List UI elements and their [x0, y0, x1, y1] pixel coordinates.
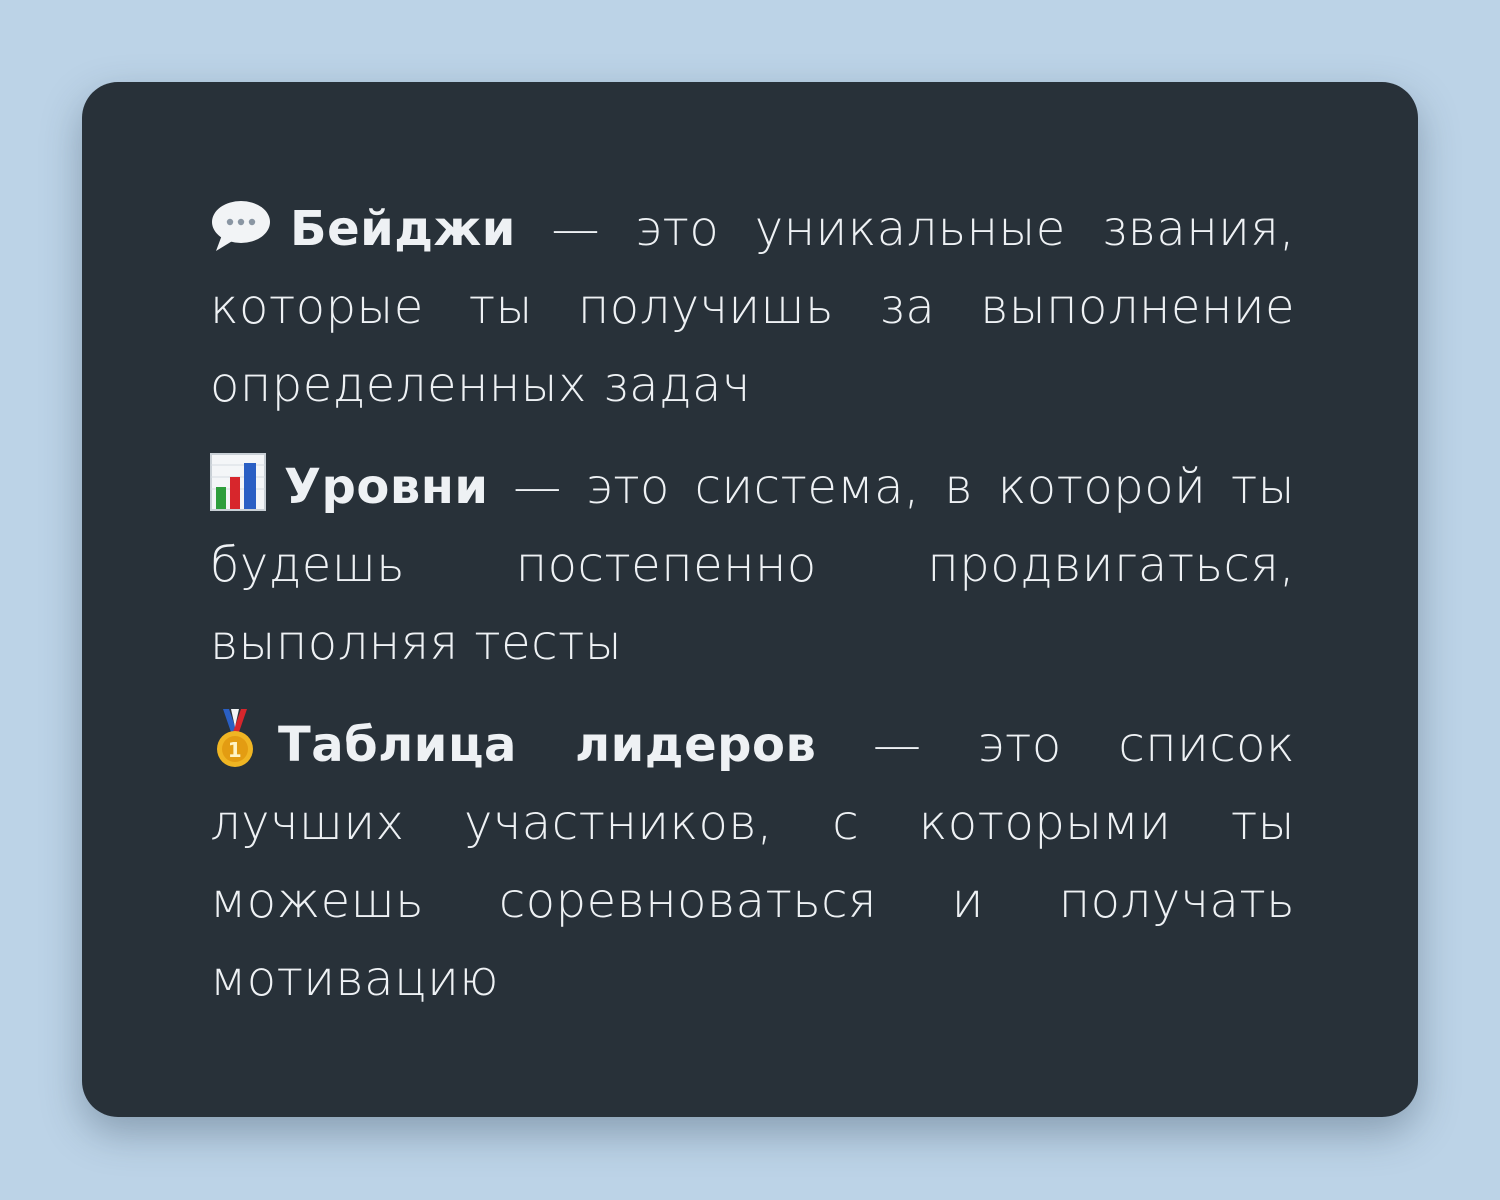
leaderboard-paragraph: 1 Таблица лидеров — это список лучших уч…: [210, 706, 1295, 1018]
svg-text:1: 1: [228, 738, 242, 762]
speech-bubble-icon: [210, 197, 272, 253]
card-content: Бейджи — это уникальные звания, которые …: [210, 190, 1295, 1042]
levels-paragraph: Уровни — это система, в которой ты будеш…: [210, 448, 1295, 682]
badges-term: Бейджи: [290, 201, 516, 257]
badges-paragraph: Бейджи — это уникальные звания, которые …: [210, 190, 1295, 424]
info-card: Бейджи — это уникальные звания, которые …: [82, 82, 1418, 1117]
medal-icon: 1: [210, 707, 260, 769]
bar-chart-icon: [210, 453, 266, 511]
leaderboard-term: Таблица лидеров: [278, 717, 817, 773]
levels-term: Уровни: [284, 459, 489, 515]
